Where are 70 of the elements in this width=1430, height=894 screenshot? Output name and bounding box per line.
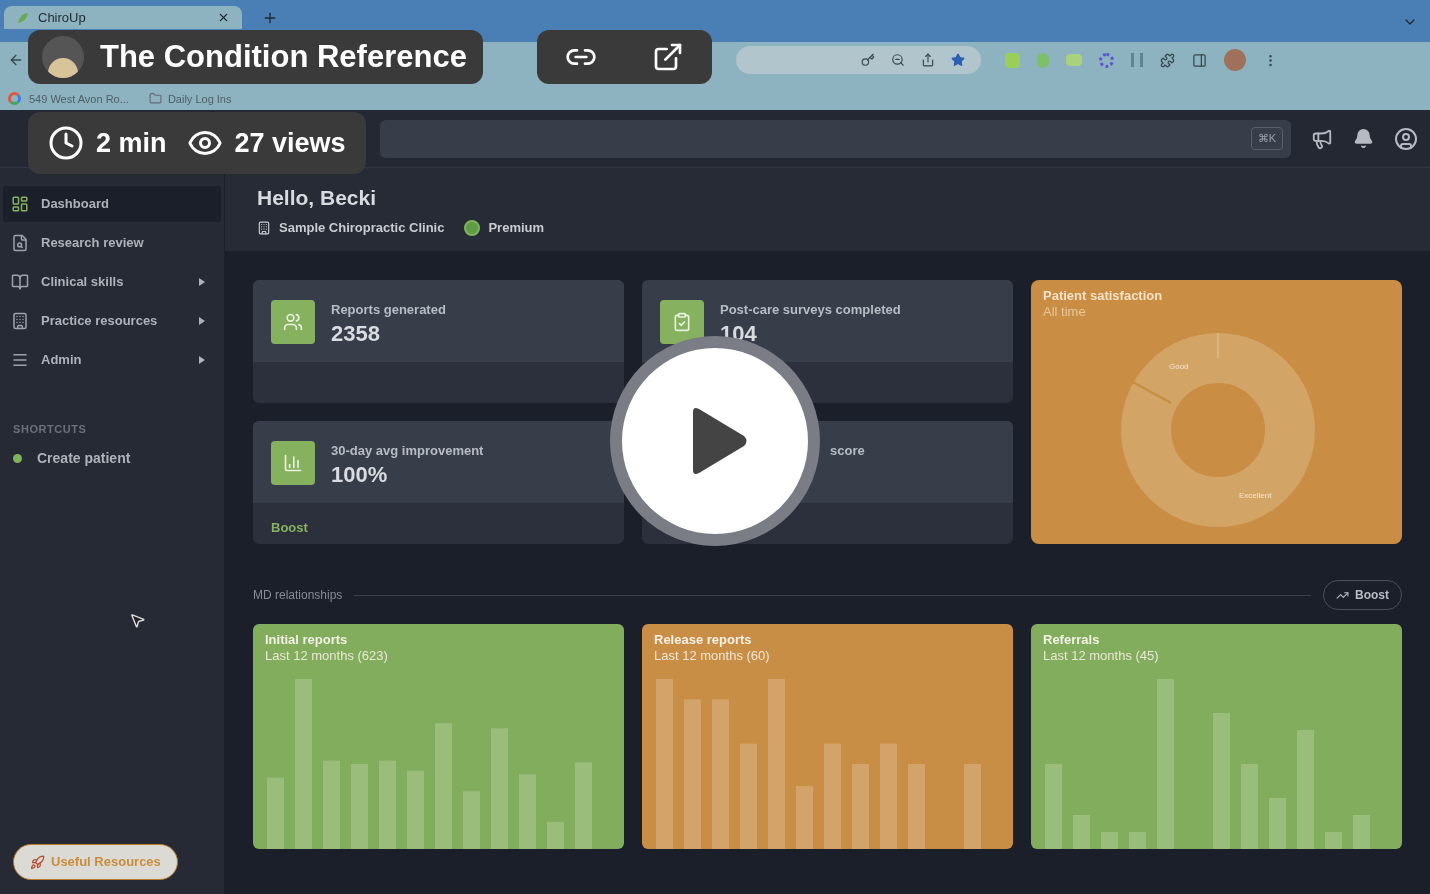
chart-bar — [796, 786, 813, 849]
cursor-icon — [129, 611, 146, 629]
chart-bar — [1129, 832, 1146, 849]
building-icon — [257, 220, 271, 235]
shortcut-key: ⌘K — [1250, 127, 1283, 150]
card-subtitle: Last 12 months (60) — [654, 648, 771, 664]
sidebar-item[interactable]: Research review — [3, 225, 221, 261]
clock-icon — [48, 125, 84, 161]
close-icon[interactable] — [217, 11, 230, 24]
premium-badge-icon — [464, 219, 481, 236]
address-bar[interactable] — [736, 46, 981, 74]
stat-icon — [271, 441, 315, 485]
back-icon[interactable] — [8, 52, 24, 68]
card-title: Referrals — [1043, 632, 1101, 648]
megaphone-icon[interactable] — [1311, 127, 1333, 150]
video-title: The Condition Reference — [100, 37, 467, 76]
video-stat: 27 views — [234, 126, 346, 160]
segment-label: Excellent — [1239, 490, 1272, 502]
card-title: Release reports — [654, 632, 753, 648]
card-subtitle: All time — [1043, 304, 1087, 320]
stat-value: 2358 — [331, 320, 381, 348]
search-field[interactable]: ⌘K — [380, 119, 1291, 158]
sidebar-item[interactable]: Dashboard — [3, 186, 221, 222]
avatar — [42, 36, 84, 78]
chart-bar — [1073, 815, 1090, 849]
stat-label: Post-care surveys completed — [720, 301, 901, 319]
stat-label: Reports generated — [331, 301, 446, 319]
chart-bar — [1325, 832, 1342, 849]
plan-label: Premium — [488, 219, 545, 237]
stat-value: 100% — [331, 461, 389, 489]
browser-tab[interactable]: ChiroUp — [4, 6, 242, 29]
chart-bar — [1269, 798, 1286, 849]
card-title: Initial reports — [265, 632, 349, 648]
folder-icon — [148, 92, 162, 106]
card-subtitle: Last 12 months (45) — [1043, 648, 1160, 664]
card-title: Patient satisfaction — [1043, 288, 1164, 304]
extensions-icon[interactable] — [1160, 52, 1175, 68]
shortcut-link[interactable]: Create patient — [37, 447, 131, 469]
boost-link[interactable]: Boost — [271, 520, 308, 535]
chart-bar — [547, 821, 564, 849]
video-stat: 2 min — [96, 126, 167, 160]
sidebar-item[interactable]: Practice resources — [3, 303, 221, 339]
section-heading: MD relationships — [253, 587, 343, 604]
share-icon[interactable] — [921, 53, 935, 67]
greeting: Hello, Becki — [257, 186, 378, 210]
chart-bar — [267, 777, 284, 849]
sidebar-item[interactable]: Clinical skills — [3, 264, 221, 300]
tab-title: ChiroUp — [38, 8, 87, 27]
sidebar-item[interactable]: Admin — [3, 342, 221, 378]
chart-bar — [1353, 815, 1370, 849]
key-icon[interactable] — [861, 53, 875, 67]
leaf-icon — [16, 10, 30, 25]
stat-icon — [660, 300, 704, 344]
notification-icon[interactable] — [1353, 128, 1374, 149]
new-tab-icon[interactable] — [262, 10, 278, 26]
clinic-name: Sample Chiropractic Clinic — [279, 219, 445, 237]
segment-label: Good — [1169, 361, 1189, 373]
stat-label: score — [830, 442, 865, 460]
stat-label: 30-day avg improvement — [331, 442, 484, 460]
section-heading: SHORTCUTS — [12, 422, 88, 437]
star-icon[interactable] — [951, 53, 965, 67]
profile-icon[interactable] — [1394, 126, 1418, 151]
extension-icon[interactable] — [1099, 52, 1114, 68]
zoom-icon[interactable] — [891, 53, 905, 67]
stat-icon — [271, 300, 315, 344]
chart-bar — [463, 791, 480, 849]
rocket-icon — [30, 854, 45, 870]
side-panel-icon[interactable] — [1192, 52, 1207, 68]
card-subtitle: Last 12 months (623) — [265, 648, 389, 664]
chart-bar — [1101, 832, 1118, 849]
